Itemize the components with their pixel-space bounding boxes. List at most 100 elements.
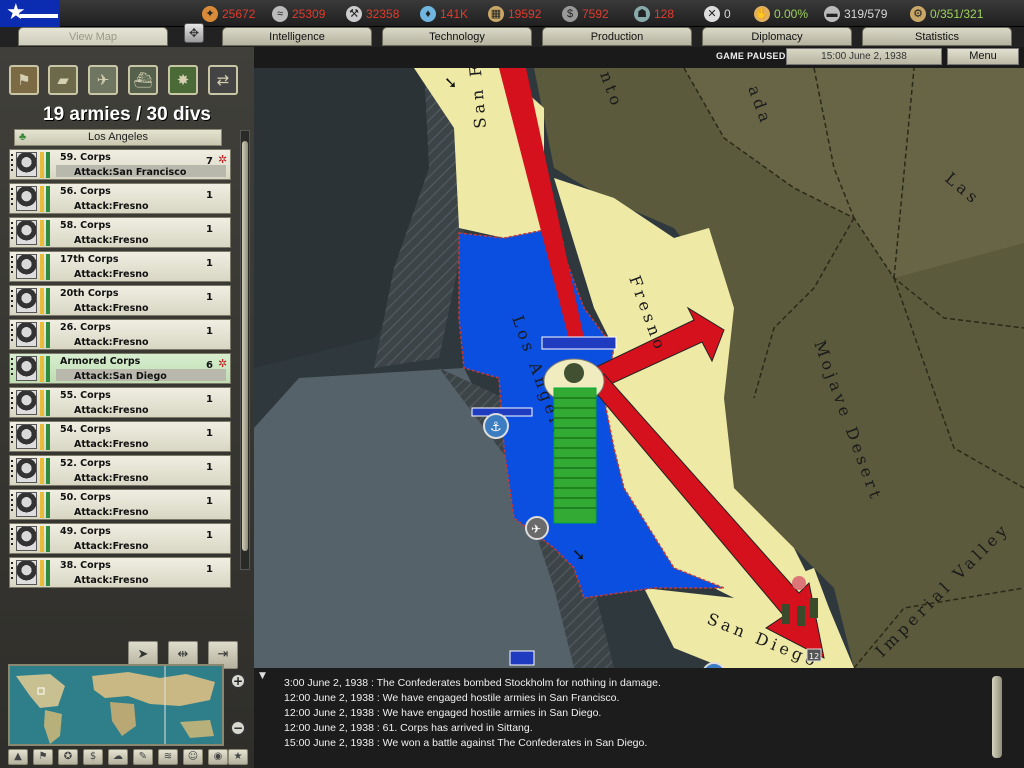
- drag-handle[interactable]: [11, 392, 13, 412]
- army-count: 19 armies / 30 divs: [43, 104, 211, 125]
- corps-mission: Attack:Fresno: [74, 269, 149, 280]
- corps-row[interactable]: 52. Corps Attack:Fresno 1: [9, 455, 231, 486]
- drag-handle[interactable]: [11, 188, 13, 208]
- commander-portrait: [16, 390, 37, 415]
- log-entry: 12:00 June 2, 1938 : We have engaged hos…: [284, 707, 602, 719]
- mapmode-weather-icon[interactable]: ☁: [108, 749, 128, 765]
- corps-name: Armored Corps: [60, 356, 141, 367]
- mapmode-diplomatic-icon[interactable]: ☺: [183, 749, 203, 765]
- game-date: 15:00 June 2, 1938: [786, 48, 942, 65]
- mapmode-terrain-icon[interactable]: ▲: [8, 749, 28, 765]
- air-wing-marker[interactable]: [541, 336, 617, 350]
- drag-handle[interactable]: [11, 290, 13, 310]
- resource-manpower: ☗ 128: [634, 4, 674, 24]
- mapmode-star-icon[interactable]: ★: [228, 749, 248, 765]
- division-count: 1: [206, 462, 213, 473]
- tab-statistics[interactable]: Statistics: [862, 27, 1012, 46]
- corps-name: 49. Corps: [60, 526, 111, 537]
- zoom-in-button[interactable]: +: [230, 673, 246, 689]
- corps-mission: Attack:Fresno: [74, 473, 149, 484]
- armor-filter-button[interactable]: ▰: [48, 65, 78, 95]
- unit-list-scrollbar[interactable]: [240, 130, 250, 570]
- division-count: 1: [206, 190, 213, 201]
- corps-row[interactable]: 55. Corps Attack:Fresno 1: [9, 387, 231, 418]
- corps-row[interactable]: 50. Corps Attack:Fresno 1: [9, 489, 231, 520]
- corps-row[interactable]: 54. Corps Attack:Fresno 1: [9, 421, 231, 452]
- resource-oil: ♦ 141K: [420, 4, 468, 24]
- drag-handle[interactable]: [11, 528, 13, 548]
- tab-intelligence[interactable]: Intelligence: [222, 27, 372, 46]
- corps-name: 50. Corps: [60, 492, 111, 503]
- mapmode-money-icon[interactable]: $: [83, 749, 103, 765]
- naval-filter-button[interactable]: ⛴: [128, 65, 158, 95]
- tab-technology[interactable]: Technology: [382, 27, 532, 46]
- tab-diplomacy[interactable]: Diplomacy: [702, 27, 852, 46]
- flag-marker[interactable]: [509, 650, 535, 666]
- corps-row[interactable]: 17th Corps Attack:Fresno 1: [9, 251, 231, 282]
- corps-row[interactable]: 56. Corps Attack:Fresno 1: [9, 183, 231, 214]
- resource-transports: ✕ 0: [704, 4, 731, 24]
- mapmode-region-icon[interactable]: ◉: [208, 749, 228, 765]
- air-filter-button[interactable]: ✈: [88, 65, 118, 95]
- oil-icon: ♦: [420, 6, 436, 22]
- strength-bar: [46, 322, 50, 348]
- division-count: 1: [206, 224, 213, 235]
- commander-portrait: [16, 322, 37, 347]
- battle-filter-button[interactable]: ✸: [168, 65, 198, 95]
- commander-portrait: [16, 254, 37, 279]
- commander-portrait: [16, 356, 37, 381]
- tab-production[interactable]: Production: [542, 27, 692, 46]
- menu-button[interactable]: Menu: [947, 48, 1019, 65]
- hq-location-label: Los Angeles: [88, 131, 148, 143]
- ic-icon: ⚙: [910, 6, 926, 22]
- strength-bar: [46, 492, 50, 518]
- resource-energy: ✦ 25672: [202, 4, 255, 24]
- log-collapse-icon[interactable]: ▼: [259, 671, 266, 681]
- drag-handle[interactable]: [11, 426, 13, 446]
- world-minimap[interactable]: [8, 664, 224, 746]
- resource-supplies: ▦ 19592: [488, 4, 541, 24]
- strength-bar: [46, 152, 50, 178]
- enemy-unit-marker[interactable]: [792, 576, 806, 590]
- corps-mission: Attack:Fresno: [74, 575, 149, 586]
- corps-row[interactable]: 20th Corps Attack:Fresno 1: [9, 285, 231, 316]
- resource-convoys: ▬ 319/579: [824, 4, 887, 24]
- org-bar: [40, 254, 44, 280]
- corps-name: 17th Corps: [60, 254, 119, 265]
- corps-mission: Attack:San Diego: [74, 371, 167, 382]
- log-scrollbar[interactable]: [992, 676, 1002, 758]
- drag-handle[interactable]: [11, 562, 13, 582]
- zoom-out-button[interactable]: −: [230, 720, 246, 736]
- corps-row[interactable]: 58. Corps Attack:Fresno 1: [9, 217, 231, 248]
- mapmode-flag-icon[interactable]: ⚑: [33, 749, 53, 765]
- game-map[interactable]: San Francisco Fresno Los Angeles Mojave …: [254, 68, 1024, 668]
- corps-row[interactable]: 26. Corps Attack:Fresno 1: [9, 319, 231, 350]
- drag-handle[interactable]: [11, 154, 13, 174]
- money-icon: $: [562, 6, 578, 22]
- mapmode-resource-icon[interactable]: ✎: [133, 749, 153, 765]
- strength-bar: [46, 254, 50, 280]
- commander-portrait: [16, 220, 37, 245]
- corps-row[interactable]: Armored Corps Attack:San Diego 6 ✲: [9, 353, 231, 384]
- scrollbar-thumb[interactable]: [242, 141, 248, 551]
- drag-handle[interactable]: [11, 324, 13, 344]
- tab-viewmap[interactable]: View Map: [18, 27, 168, 46]
- transfer-filter-button[interactable]: ⇄: [208, 65, 238, 95]
- drag-handle[interactable]: [11, 358, 13, 378]
- hq-location-bar[interactable]: ♣ Los Angeles: [14, 129, 222, 146]
- corps-mission: Attack:Fresno: [74, 201, 149, 212]
- corps-row[interactable]: 49. Corps Attack:Fresno 1: [9, 523, 231, 554]
- map-mode-toggle-button[interactable]: ✥: [184, 23, 204, 43]
- corps-row[interactable]: 59. Corps Attack:San Francisco 7 ✲: [9, 149, 231, 180]
- drag-handle[interactable]: [11, 222, 13, 242]
- mapmode-infra-icon[interactable]: ≋: [158, 749, 178, 765]
- strength-bar: [46, 560, 50, 586]
- mapmode-supply-icon[interactable]: ✪: [58, 749, 78, 765]
- drag-handle[interactable]: [11, 256, 13, 276]
- rare-materials-icon: ⚒: [346, 6, 362, 22]
- drag-handle[interactable]: [11, 460, 13, 480]
- infantry-filter-button[interactable]: ⚑: [9, 65, 39, 95]
- drag-handle[interactable]: [11, 494, 13, 514]
- corps-row[interactable]: 38. Corps Attack:Fresno 1: [9, 557, 231, 588]
- commander-portrait: [16, 458, 37, 483]
